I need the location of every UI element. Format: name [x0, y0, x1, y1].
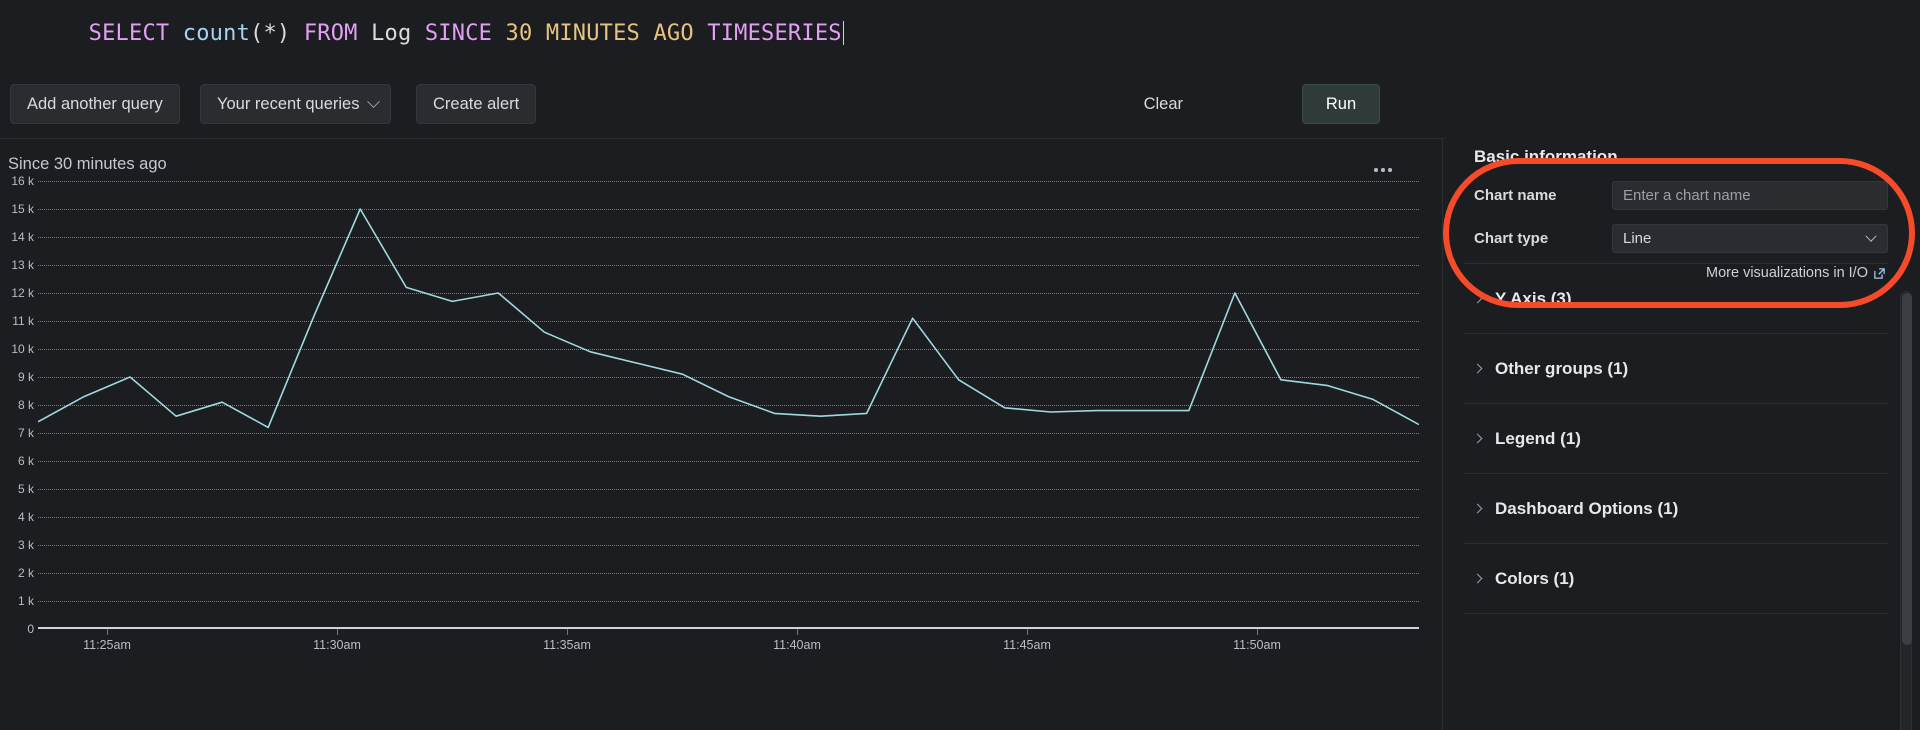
chevron-right-icon: [1473, 364, 1483, 374]
accordion-label: Y Axis (3): [1495, 289, 1572, 309]
query-builder-screen: SELECT count(*) FROM Log SINCE 30 MINUTE…: [0, 0, 1920, 730]
x-tick-label: 11:40am: [773, 638, 821, 652]
chevron-right-icon: [1473, 504, 1483, 514]
query-token-star: (*): [250, 21, 290, 46]
accordion-dashboard-options[interactable]: Dashboard Options (1): [1464, 474, 1888, 544]
accordion-label: Legend (1): [1495, 429, 1581, 449]
query-token-minutes: MINUTES: [546, 21, 640, 46]
x-tick: [1257, 629, 1258, 635]
y-tick-label: 11 k: [12, 315, 34, 327]
x-tick-label: 11:25am: [83, 638, 131, 652]
accordion-label: Dashboard Options (1): [1495, 499, 1678, 519]
chart-plot-area: 16 k15 k14 k13 k12 k11 k10 k9 k8 k7 k6 k…: [0, 181, 1443, 629]
y-tick-label: 14 k: [11, 231, 34, 243]
x-tick: [567, 629, 568, 635]
accordion-other-groups[interactable]: Other groups (1): [1464, 334, 1888, 404]
x-tick: [337, 629, 338, 635]
y-tick-label: 8 k: [18, 399, 34, 411]
y-tick-label: 12 k: [11, 287, 34, 299]
y-tick-label: 15 k: [11, 203, 34, 215]
x-tick: [797, 629, 798, 635]
chart-type-select[interactable]: Line: [1612, 224, 1888, 253]
clear-button[interactable]: Clear: [1130, 84, 1197, 124]
create-alert-label: Create alert: [433, 95, 519, 114]
recent-queries-label: Your recent queries: [217, 95, 359, 114]
y-tick-label: 16 k: [11, 175, 34, 187]
x-tick-label: 11:30am: [313, 638, 361, 652]
chevron-down-icon: [368, 95, 381, 108]
query-token-ago: AGO: [653, 21, 693, 46]
basic-information-title: Basic information: [1474, 147, 1888, 167]
series-polyline: [38, 209, 1419, 427]
chart-grid: [38, 181, 1419, 629]
chart-time-range-title: Since 30 minutes ago: [8, 155, 167, 174]
sidebar-scrollbar-thumb[interactable]: [1902, 293, 1912, 645]
chart-type-label: Chart type: [1474, 230, 1612, 247]
accordion-label: Other groups (1): [1495, 359, 1628, 379]
x-axis-labels: 11:25am 11:30am 11:35am 11:40am 11:45am 11:50…: [38, 629, 1418, 659]
query-text[interactable]: SELECT count(*) FROM Log SINCE 30 MINUTE…: [8, 0, 844, 71]
y-tick-label: 3 k: [18, 539, 34, 551]
basic-information-section: Basic information Chart name Enter a cha…: [1464, 139, 1888, 264]
y-tick-label: 10 k: [11, 343, 34, 355]
chevron-right-icon: [1473, 574, 1483, 584]
query-token-since: SINCE: [425, 21, 492, 46]
x-tick-label: 11:45am: [1003, 638, 1051, 652]
text-caret: [843, 21, 844, 45]
sidebar-scrollbar-track[interactable]: [1900, 291, 1912, 730]
chart-settings-sidebar: Basic information Chart name Enter a cha…: [1444, 139, 1920, 730]
clear-label: Clear: [1144, 95, 1183, 114]
y-tick-label: 6 k: [18, 455, 34, 467]
query-token-select: SELECT: [89, 21, 170, 46]
query-editor[interactable]: SELECT count(*) FROM Log SINCE 30 MINUTE…: [0, 0, 1445, 67]
y-tick-label: 7 k: [18, 427, 34, 439]
chart-type-row: Chart type Line: [1474, 224, 1888, 253]
chevron-down-icon: [1865, 230, 1876, 241]
query-token-from: FROM: [304, 21, 358, 46]
x-tick-label: 11:50am: [1233, 638, 1281, 652]
x-tick-label: 11:35am: [543, 638, 591, 652]
y-tick-label: 0: [27, 623, 34, 635]
run-label: Run: [1326, 95, 1356, 114]
query-token-timeseries: TIMESERIES: [707, 21, 841, 46]
accordion-colors[interactable]: Colors (1): [1464, 544, 1888, 614]
query-token-log: Log: [371, 21, 411, 46]
add-another-query-button[interactable]: Add another query: [10, 84, 180, 124]
x-tick: [1027, 629, 1028, 635]
accordion-y-axis[interactable]: Y Axis (3): [1464, 264, 1888, 334]
y-tick-label: 5 k: [18, 483, 34, 495]
query-token-count: count: [183, 21, 250, 46]
chart-name-placeholder: Enter a chart name: [1623, 187, 1751, 204]
chart-panel: Since 30 minutes ago 16 k 15 k 14 k 13 k 12 …: [0, 139, 1443, 730]
chevron-right-icon: [1473, 434, 1483, 444]
x-tick: [107, 629, 108, 635]
chart-series-line: [38, 181, 1419, 629]
y-tick-label: 4 k: [18, 511, 34, 523]
y-axis-labels: 16 k15 k14 k13 k12 k11 k10 k9 k8 k7 k6 k…: [0, 181, 36, 629]
y-tick-label: 2 k: [18, 567, 34, 579]
accordion-label: Colors (1): [1495, 569, 1574, 589]
y-tick-label: 1 k: [18, 595, 34, 607]
y-tick-label: 9 k: [18, 371, 34, 383]
chart-name-label: Chart name: [1474, 187, 1612, 204]
chevron-right-icon: [1473, 294, 1483, 304]
query-token-30: 30: [506, 21, 533, 46]
recent-queries-button[interactable]: Your recent queries: [200, 84, 391, 124]
chart-type-value: Line: [1623, 230, 1651, 247]
add-another-query-label: Add another query: [27, 95, 163, 114]
chart-name-input[interactable]: Enter a chart name: [1612, 181, 1888, 210]
run-button[interactable]: Run: [1302, 84, 1380, 124]
accordion-legend[interactable]: Legend (1): [1464, 404, 1888, 474]
y-tick-label: 13 k: [11, 259, 34, 271]
more-options-icon[interactable]: [1368, 159, 1398, 181]
query-toolbar: Add another query Your recent queries Cr…: [0, 67, 1445, 139]
create-alert-button[interactable]: Create alert: [416, 84, 536, 124]
chart-name-row: Chart name Enter a chart name: [1474, 181, 1888, 210]
